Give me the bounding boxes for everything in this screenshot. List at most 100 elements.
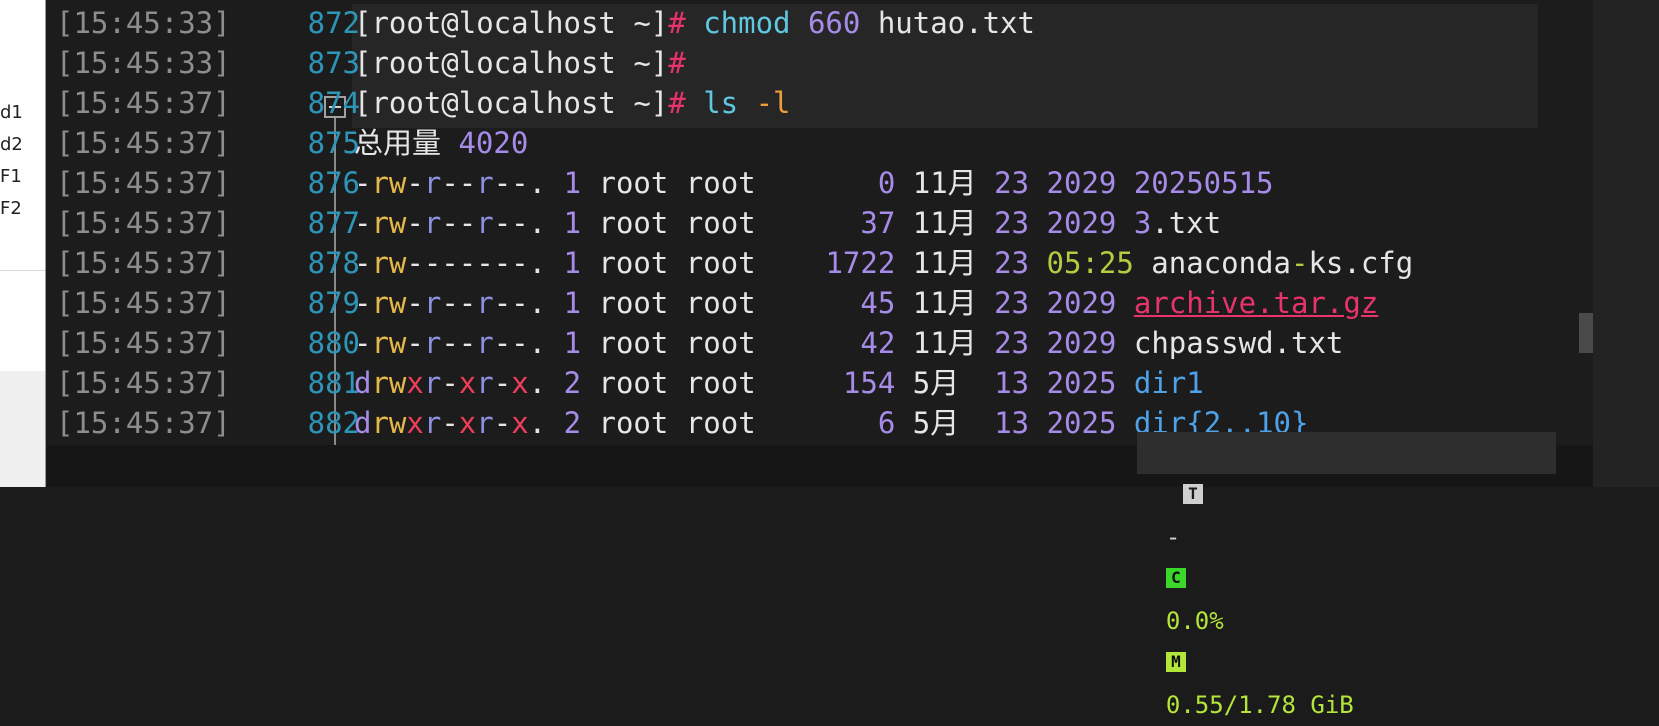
text-segment: rw bbox=[371, 286, 407, 320]
text-segment: [root@localhost ~] bbox=[354, 6, 669, 40]
text-segment: - bbox=[406, 326, 424, 360]
text-segment: 23 2029 bbox=[994, 286, 1134, 320]
side-panel: d1 d2 F1 F2 bbox=[0, 0, 46, 487]
text-segment: 37 bbox=[860, 206, 913, 240]
text-segment: 23 2029 3 bbox=[994, 206, 1152, 240]
text-segment: 1 bbox=[563, 326, 599, 360]
text-segment: 4020 bbox=[458, 126, 529, 160]
cpu-usage: 0.0% bbox=[1165, 607, 1224, 635]
text-segment: - bbox=[441, 366, 459, 400]
text-segment: 总用量 bbox=[354, 126, 459, 160]
scrollbar-thumb[interactable] bbox=[1579, 313, 1593, 353]
text-segment: . bbox=[528, 246, 564, 280]
scrollbar-track[interactable] bbox=[1593, 0, 1659, 487]
text-segment: r bbox=[423, 366, 442, 400]
terminal-icon[interactable]: T bbox=[1182, 484, 1203, 504]
text-segment: - bbox=[354, 166, 372, 200]
text-segment: -- bbox=[493, 326, 529, 360]
text-segment: 1 bbox=[563, 166, 599, 200]
text-segment: root root bbox=[598, 326, 861, 360]
text-segment: 1722 bbox=[825, 246, 913, 280]
line-number: 878 bbox=[307, 246, 360, 280]
text-segment: ls bbox=[703, 86, 756, 120]
line-timestamp: [15:45:37] bbox=[56, 406, 231, 440]
cpu-icon: C bbox=[1165, 568, 1186, 588]
line-number: 873 bbox=[307, 46, 360, 80]
text-segment: 13 2025 bbox=[994, 406, 1134, 440]
text-segment: . bbox=[528, 406, 564, 440]
text-segment: # bbox=[668, 86, 704, 120]
line-timestamp: [15:45:33] bbox=[56, 6, 231, 40]
sidebar-item-label[interactable]: F1 bbox=[0, 166, 22, 187]
text-segment: - bbox=[354, 326, 372, 360]
text-segment: r bbox=[476, 366, 494, 400]
text-segment: x bbox=[511, 366, 529, 400]
text-segment: anaconda bbox=[1151, 246, 1291, 280]
line-timestamp: [15:45:37] bbox=[56, 126, 231, 160]
text-segment: - bbox=[406, 206, 424, 240]
terminal-output[interactable]: [15:45:33] 872 [root@localhost ~]# chmod 6… bbox=[47, 0, 1593, 445]
text-segment: # bbox=[668, 6, 704, 40]
text-segment: 13 2025 bbox=[994, 366, 1134, 400]
line-text: [root@localhost ~]# ls -l bbox=[354, 82, 791, 124]
line-timestamp: [15:45:37] bbox=[56, 166, 231, 200]
line-text: -rw-r--r--. 1 root root 0 11月 23 2029 20… bbox=[354, 162, 1274, 204]
text-segment: - bbox=[1290, 246, 1309, 280]
text-segment: 1 bbox=[563, 206, 599, 240]
text-segment: 2 bbox=[563, 406, 599, 440]
text-segment: 23 2029 20250515 bbox=[994, 166, 1274, 200]
memory-icon: M bbox=[1165, 652, 1186, 672]
text-segment: rw bbox=[371, 366, 407, 400]
text-segment: ks.cfg bbox=[1308, 246, 1414, 280]
text-segment: -- bbox=[441, 166, 477, 200]
line-number: 879 bbox=[307, 286, 360, 320]
line-timestamp: [15:45:37] bbox=[56, 246, 231, 280]
sidebar-divider bbox=[0, 270, 45, 271]
sidebar-item-label[interactable]: F2 bbox=[0, 198, 22, 219]
sidebar-item-label[interactable]: d2 bbox=[0, 134, 23, 155]
line-number: 880 bbox=[307, 326, 360, 360]
text-segment: x bbox=[406, 406, 424, 440]
text-segment: dir1 bbox=[1133, 366, 1204, 400]
text-segment: . bbox=[528, 166, 564, 200]
text-segment: root root bbox=[598, 406, 878, 440]
text-segment: rw bbox=[371, 166, 407, 200]
text-segment: - bbox=[406, 286, 424, 320]
text-segment: 11月 bbox=[912, 246, 995, 280]
text-segment: chpasswd.txt bbox=[1133, 326, 1344, 360]
line-text: [root@localhost ~]# bbox=[354, 42, 686, 84]
text-segment: x bbox=[511, 406, 529, 440]
line-text: drwxr-xr-x. 2 root root 154 5月 13 2025 d… bbox=[354, 362, 1204, 404]
sidebar-item-label[interactable]: d1 bbox=[0, 102, 23, 123]
text-segment: - bbox=[354, 286, 372, 320]
line-number: 882 bbox=[307, 406, 360, 440]
text-segment: root root bbox=[598, 246, 826, 280]
line-text: -rw-r--r--. 1 root root 37 11月 23 2029 3… bbox=[354, 202, 1221, 244]
line-number: 875 bbox=[307, 126, 360, 160]
text-segment: -l bbox=[755, 86, 791, 120]
text-segment: -- bbox=[493, 206, 529, 240]
text-segment: rw bbox=[371, 246, 407, 280]
memory-usage: 0.55/1.78 GiB bbox=[1165, 691, 1354, 719]
line-number: 876 bbox=[307, 166, 360, 200]
text-segment: r bbox=[476, 206, 494, 240]
text-segment: [root@localhost ~] bbox=[354, 46, 669, 80]
text-segment: root root bbox=[598, 206, 861, 240]
text-segment: r bbox=[423, 206, 442, 240]
status-bar: T - C 0.0% M 0.55/1.78 GiB bbox=[1137, 432, 1556, 719]
line-timestamp: [15:45:37] bbox=[56, 86, 231, 120]
text-segment: 660 bbox=[807, 6, 878, 40]
text-segment: -- bbox=[441, 326, 477, 360]
text-segment: root root bbox=[598, 286, 861, 320]
text-segment: - bbox=[493, 366, 512, 400]
line-text: -rw-r--r--. 1 root root 42 11月 23 2029 c… bbox=[354, 322, 1343, 364]
text-segment: rw bbox=[371, 326, 407, 360]
text-segment: 45 bbox=[860, 286, 913, 320]
text-segment: 1 bbox=[563, 246, 599, 280]
line-text: -rw-r--r--. 1 root root 45 11月 23 2029 a… bbox=[354, 282, 1378, 324]
text-segment: hutao.txt bbox=[877, 6, 1035, 40]
line-number: 874 bbox=[307, 86, 360, 120]
text-segment: 2 bbox=[563, 366, 599, 400]
text-segment: 154 bbox=[842, 366, 913, 400]
text-segment: root root bbox=[598, 366, 843, 400]
